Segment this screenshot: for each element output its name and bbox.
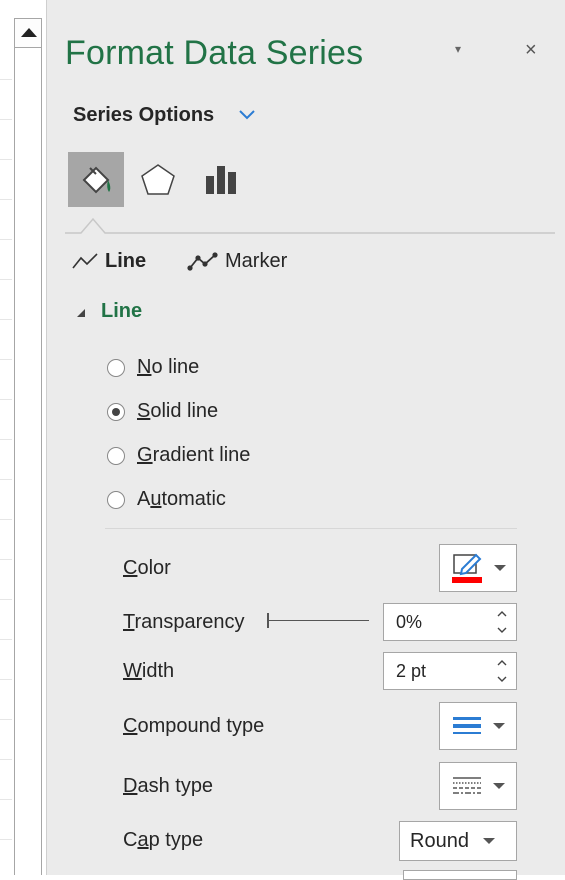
marker-line-icon bbox=[187, 251, 218, 271]
subtab-marker-label: Marker bbox=[225, 250, 288, 272]
chevron-down-icon[interactable] bbox=[237, 108, 257, 122]
collapse-triangle-icon bbox=[77, 308, 85, 317]
join-type-select-partial[interactable] bbox=[403, 870, 517, 880]
radio-label: Automatic bbox=[137, 488, 226, 510]
worksheet-edge bbox=[0, 0, 44, 875]
pane-options-dropdown[interactable]: ▾ bbox=[455, 42, 461, 56]
vertical-scrollbar[interactable] bbox=[14, 48, 42, 875]
cap-type-label: Cap type bbox=[123, 829, 204, 851]
subtab-line[interactable]: Line bbox=[71, 250, 146, 273]
series-options-selector[interactable]: Series Options bbox=[73, 104, 214, 127]
transparency-label: Transparency bbox=[123, 611, 245, 633]
close-icon[interactable]: × bbox=[525, 40, 537, 60]
width-label: Width bbox=[123, 660, 175, 682]
transparency-value: 0% bbox=[396, 611, 423, 632]
cap-type-value: Round bbox=[410, 829, 469, 852]
dash-type-label: Dash type bbox=[123, 775, 214, 797]
cap-type-select[interactable]: Round bbox=[399, 821, 517, 861]
spin-arrows-icon[interactable] bbox=[496, 656, 508, 686]
radio-solid-line[interactable]: Solid line bbox=[107, 400, 218, 423]
subtab-line-label: Line bbox=[105, 250, 147, 272]
radio-no-line[interactable]: No line bbox=[107, 356, 199, 379]
bar-chart-icon bbox=[206, 165, 236, 194]
radio-button[interactable] bbox=[107, 358, 125, 377]
section-divider bbox=[105, 528, 517, 529]
radio-label: Gradient line bbox=[137, 444, 251, 466]
paint-bucket-icon bbox=[82, 166, 111, 193]
compound-type-label: Compound type bbox=[123, 715, 265, 737]
caret-down-icon bbox=[494, 565, 506, 571]
radio-button[interactable] bbox=[107, 446, 125, 465]
width-value: 2 pt bbox=[396, 660, 427, 681]
pen-color-icon bbox=[452, 553, 482, 583]
pane-title: Format Data Series bbox=[65, 34, 364, 72]
fill-line-tab[interactable] bbox=[68, 152, 124, 207]
width-spinner[interactable]: 2 pt bbox=[383, 652, 517, 690]
tab-indicator bbox=[65, 217, 555, 234]
pentagon-icon bbox=[141, 163, 175, 195]
format-data-series-pane: Format Data Series ▾ × Series Options Li… bbox=[46, 0, 565, 880]
compound-lines-icon bbox=[453, 717, 481, 734]
scroll-up-button[interactable] bbox=[14, 18, 42, 48]
radio-label: Solid line bbox=[137, 400, 219, 422]
line-section-toggle[interactable]: Line bbox=[77, 300, 142, 323]
caret-down-icon bbox=[482, 838, 495, 844]
caret-down-icon bbox=[493, 783, 505, 789]
radio-automatic[interactable]: Automatic bbox=[107, 488, 226, 511]
caret-down-icon bbox=[493, 723, 505, 729]
subtab-marker[interactable]: Marker bbox=[187, 250, 287, 273]
compound-type-dropdown[interactable] bbox=[439, 702, 517, 750]
transparency-spinner[interactable]: 0% bbox=[383, 603, 517, 641]
radio-gradient-line[interactable]: Gradient line bbox=[107, 444, 250, 467]
transparency-slider[interactable] bbox=[269, 620, 369, 621]
dash-type-dropdown[interactable] bbox=[439, 762, 517, 810]
series-options-tab[interactable] bbox=[194, 152, 250, 207]
color-picker-button[interactable] bbox=[439, 544, 517, 592]
radio-button-selected[interactable] bbox=[107, 402, 125, 421]
radio-label: No line bbox=[137, 356, 200, 378]
row-gridlines bbox=[0, 40, 12, 875]
color-label: Color bbox=[123, 557, 171, 579]
radio-button[interactable] bbox=[107, 490, 125, 509]
line-section-heading: Line bbox=[101, 300, 143, 322]
effects-tab[interactable] bbox=[130, 152, 186, 207]
dash-lines-icon bbox=[453, 777, 481, 794]
spin-arrows-icon[interactable] bbox=[496, 607, 508, 637]
line-icon bbox=[72, 252, 98, 268]
